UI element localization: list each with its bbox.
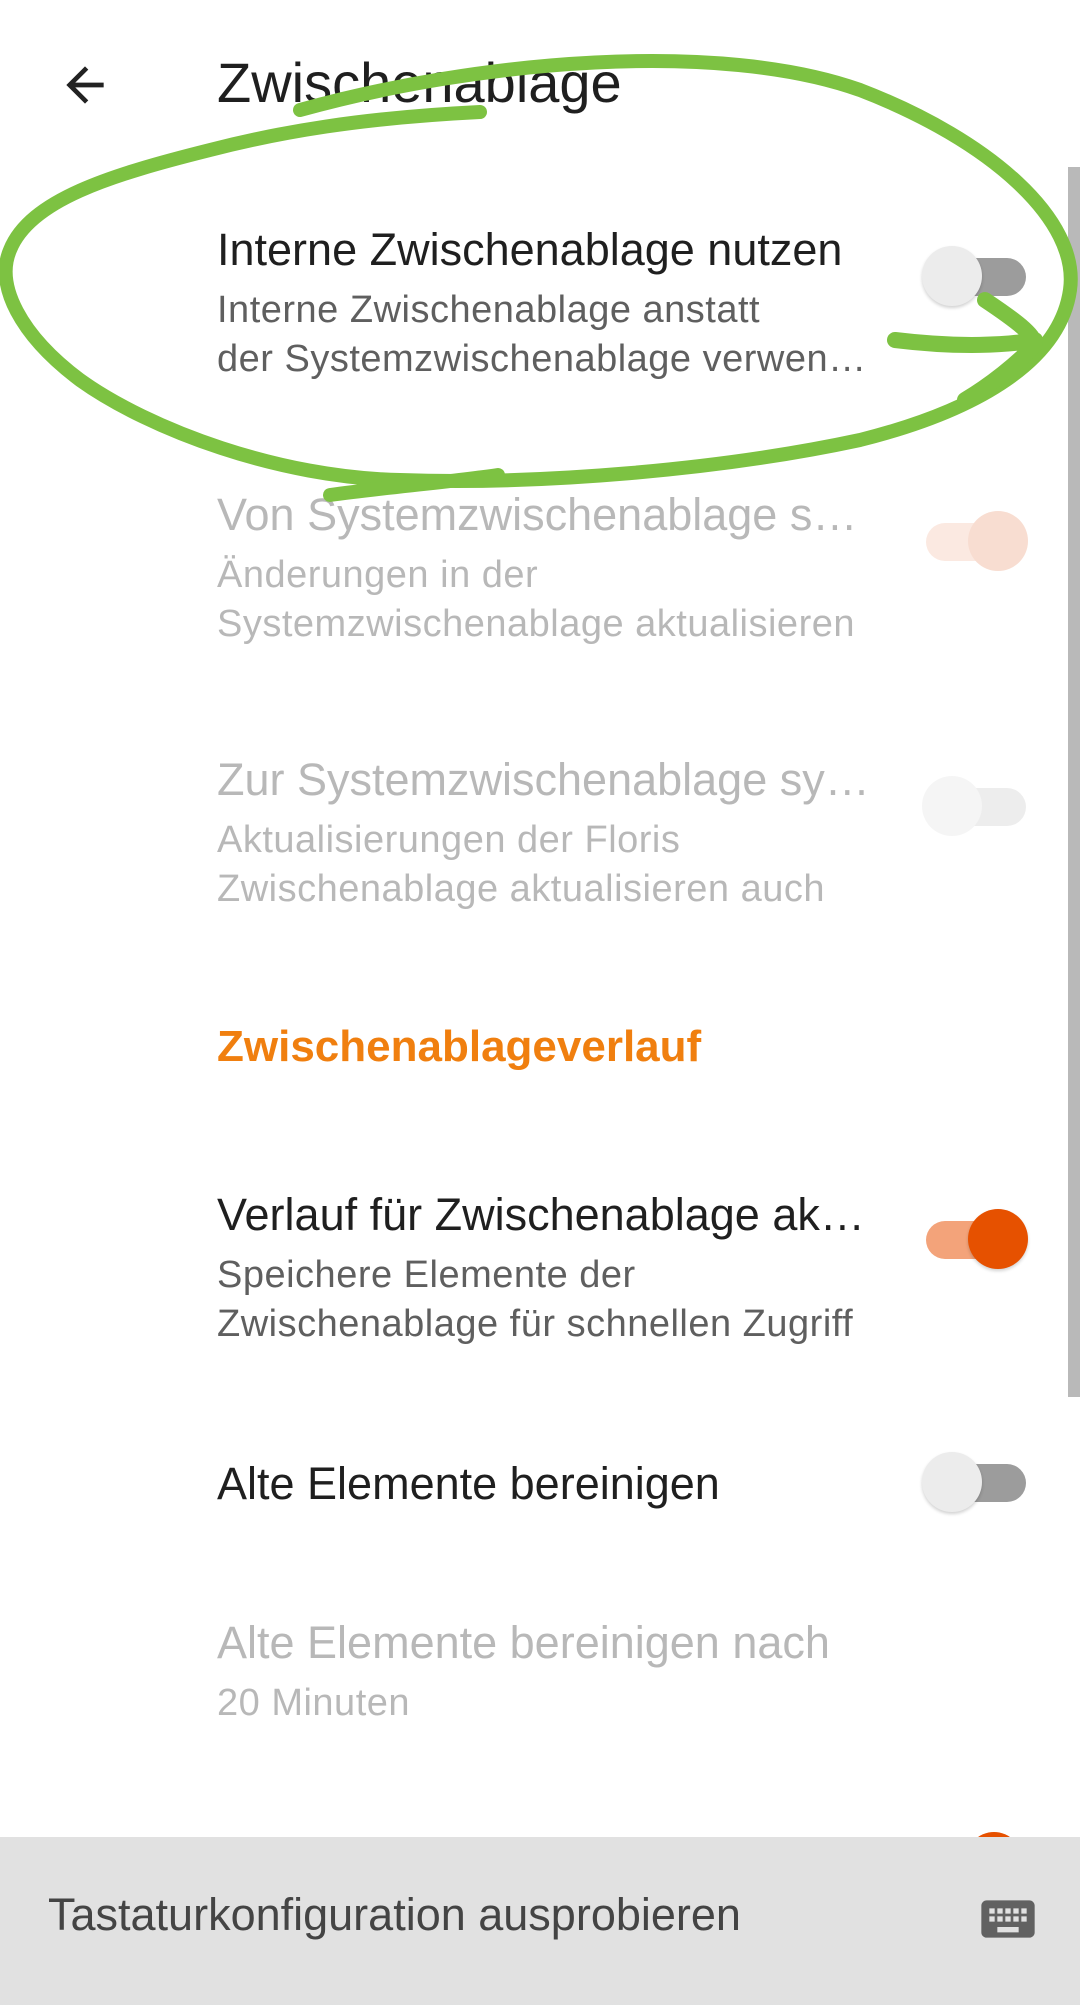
switch-thumb [922, 776, 982, 836]
switch-thumb [968, 511, 1028, 571]
pref-summary-line: Interne Zwischenablage anstatt [217, 289, 761, 331]
pref-summary-line: Aktualisierungen der Floris [217, 819, 681, 861]
pref-summary-line: Zwischenablage aktualisieren auch [217, 868, 825, 910]
test-keyboard-input[interactable]: Tastaturkonfiguration ausprobieren [48, 1889, 741, 1941]
pref-summary: Änderungen in der Systemzwischenablage a… [217, 551, 877, 649]
pref-summary-line: der Systemzwischenablage verwenden [217, 338, 877, 380]
pref-sync-from-system[interactable]: Von Systemzwischenablage synchronisieren… [0, 465, 1080, 665]
pref-clean-old-items-after[interactable]: Alte Elemente bereinigen nach 20 Minuten [0, 1595, 1080, 1755]
switch-thumb [922, 246, 982, 306]
sync-to-system-switch[interactable] [922, 776, 1028, 836]
pref-summary-line: Systemzwischenablage aktualisieren [217, 603, 855, 645]
sync-from-system-switch[interactable] [922, 511, 1028, 571]
pref-clean-old-items[interactable]: Alte Elemente bereinigen [0, 1430, 1080, 1540]
pref-sync-to-system[interactable]: Zur Systemzwischenablage synchronisieren… [0, 730, 1080, 930]
pref-enable-history[interactable]: Verlauf für Zwischenablage aktivieren Sp… [0, 1165, 1080, 1365]
pref-title: Interne Zwischenablage nutzen [217, 224, 843, 275]
pref-title: Von Systemzwischenablage synchronisieren [217, 489, 877, 540]
enable-history-switch[interactable] [922, 1209, 1028, 1269]
pref-summary: 20 Minuten [217, 1679, 877, 1728]
pref-summary-line: Änderungen in der [217, 554, 539, 596]
back-button[interactable] [40, 40, 130, 130]
internal-clipboard-switch[interactable] [922, 246, 1028, 306]
pref-summary-line: 20 Minuten [217, 1682, 411, 1724]
arrow-back-icon [66, 66, 104, 104]
pref-summary-line: Zwischenablage für schnellen Zugriff [217, 1303, 854, 1345]
switch-thumb [968, 1209, 1028, 1269]
pref-title: Alte Elemente bereinigen [217, 1458, 720, 1509]
pref-summary: Speichere Elemente der Zwischenablage fü… [217, 1251, 877, 1349]
bottom-bar: Tastaturkonfiguration ausprobieren [0, 1837, 1080, 2005]
pref-summary: Interne Zwischenablage anstatt der Syste… [217, 286, 877, 384]
switch-thumb [922, 1452, 982, 1512]
section-header-clipboard-history: Zwischenablageverlauf [217, 1022, 702, 1071]
keyboard-icon[interactable] [976, 1887, 1040, 1951]
app-bar: Zwischenablage [0, 0, 1080, 170]
pref-title: Alte Elemente bereinigen nach [217, 1617, 830, 1668]
pref-summary: Aktualisierungen der Floris Zwischenabla… [217, 816, 877, 914]
pref-title: Zur Systemzwischenablage synchronisieren [217, 754, 877, 805]
page-title: Zwischenablage [217, 51, 622, 114]
clean-old-items-switch[interactable] [922, 1452, 1028, 1512]
pref-internal-clipboard[interactable]: Interne Zwischenablage nutzen Interne Zw… [0, 200, 1080, 400]
pref-summary-line: Speichere Elemente der [217, 1254, 636, 1296]
pref-title: Verlauf für Zwischenablage aktivieren [217, 1189, 877, 1240]
